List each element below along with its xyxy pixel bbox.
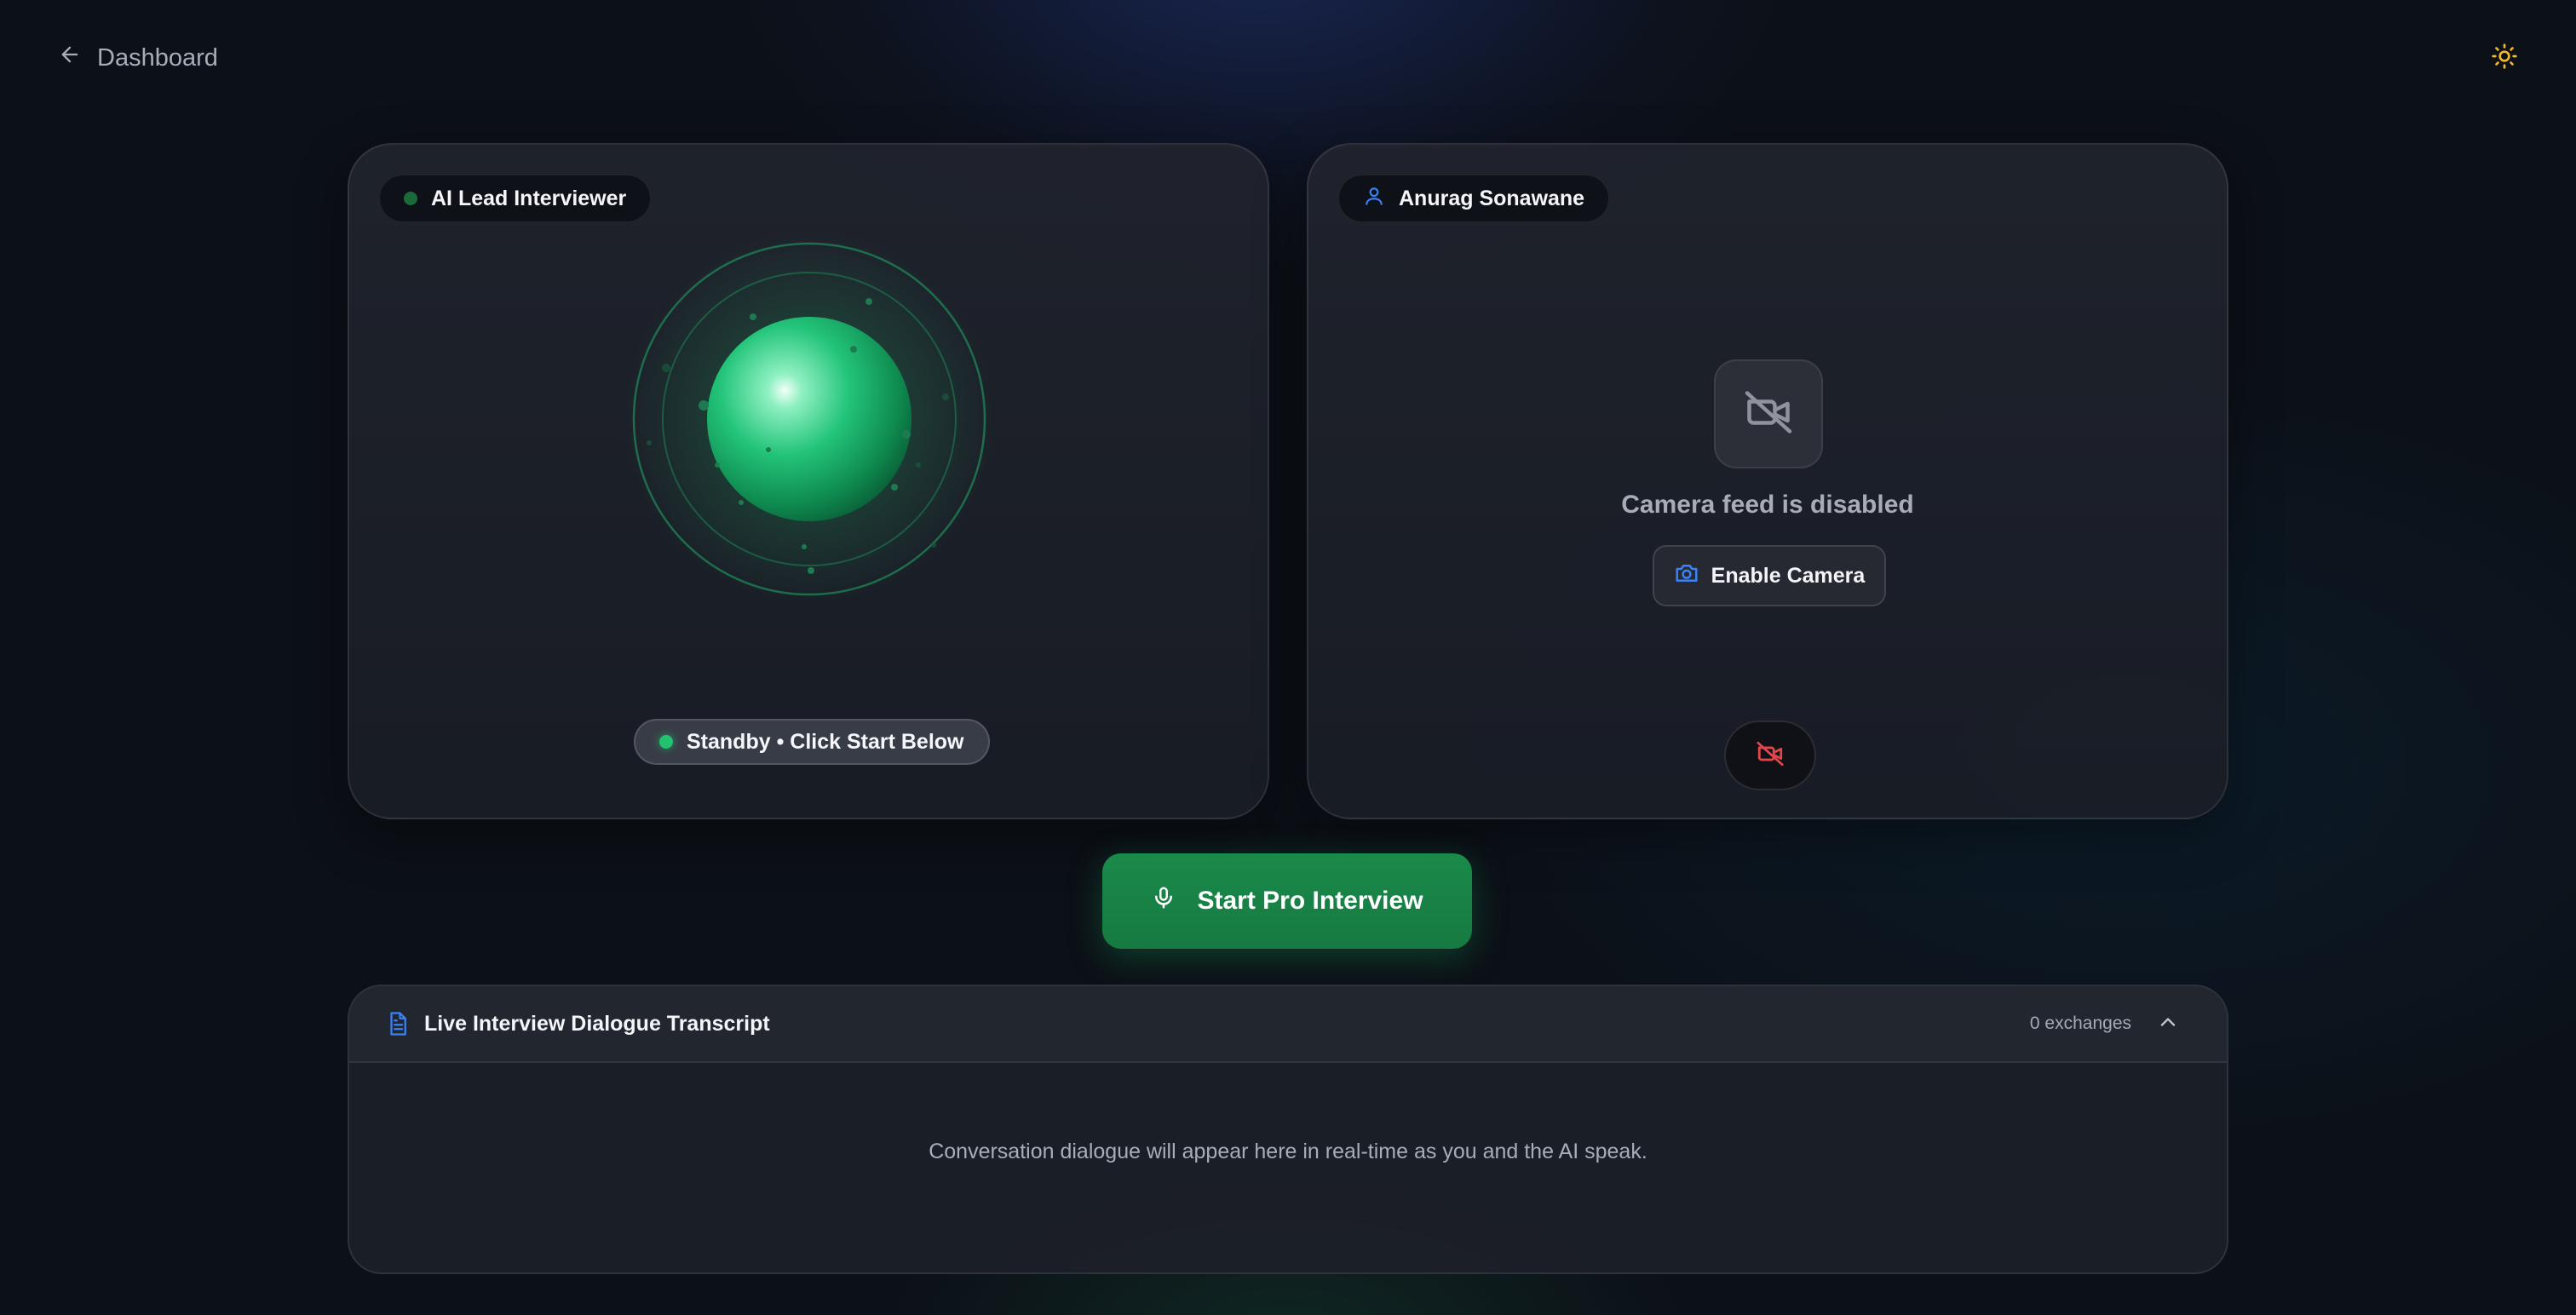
exchange-count: 0 exchanges (2029, 1014, 2131, 1033)
file-text-icon (385, 1011, 411, 1036)
video-off-icon (1743, 387, 1794, 442)
ai-interviewer-panel: AI Lead Interviewer Standby • Click Star… (348, 143, 1269, 819)
camera-off-placeholder (1714, 359, 1823, 468)
camera-status-text: Camera feed is disabled (1621, 491, 1914, 519)
back-to-dashboard-link[interactable]: Dashboard (58, 41, 218, 75)
transcript-title: Live Interview Dialogue Transcript (424, 1011, 770, 1036)
ai-voice-orb (613, 221, 1005, 626)
transcript-panel: Live Interview Dialogue Transcript 0 exc… (348, 985, 2228, 1274)
sun-icon (2491, 43, 2518, 74)
start-interview-label: Start Pro Interview (1197, 887, 1423, 915)
user-icon (1363, 185, 1385, 213)
enable-camera-label: Enable Camera (1711, 563, 1866, 588)
ai-interviewer-label: AI Lead Interviewer (431, 186, 627, 210)
chevron-up-icon (2156, 1010, 2180, 1038)
transcript-empty-message: Conversation dialogue will appear here i… (929, 1140, 1647, 1163)
candidate-badge: Anurag Sonawane (1337, 174, 1611, 223)
theme-toggle-button[interactable] (2487, 41, 2521, 75)
candidate-camera-panel: Anurag Sonawane Camera feed is disabled … (1307, 143, 2228, 819)
enable-camera-button[interactable]: Enable Camera (1653, 545, 1886, 606)
arrow-left-icon (58, 43, 82, 73)
back-link-label: Dashboard (97, 43, 218, 72)
mic-icon (1151, 885, 1176, 917)
start-interview-button[interactable]: Start Pro Interview (1102, 853, 1472, 949)
candidate-name: Anurag Sonawane (1399, 186, 1585, 210)
ai-status-indicator: Standby • Click Start Below (634, 719, 990, 765)
standby-dot (659, 735, 673, 749)
camera-toggle-button[interactable] (1724, 721, 1816, 790)
ai-status-dot (404, 192, 417, 205)
camera-icon (1674, 560, 1699, 592)
video-off-icon (1756, 739, 1785, 772)
collapse-transcript-button[interactable] (2155, 1011, 2181, 1036)
ai-status-text: Standby • Click Start Below (687, 729, 964, 754)
transcript-header[interactable]: Live Interview Dialogue Transcript 0 exc… (349, 986, 2227, 1063)
ai-interviewer-badge: AI Lead Interviewer (378, 174, 653, 223)
